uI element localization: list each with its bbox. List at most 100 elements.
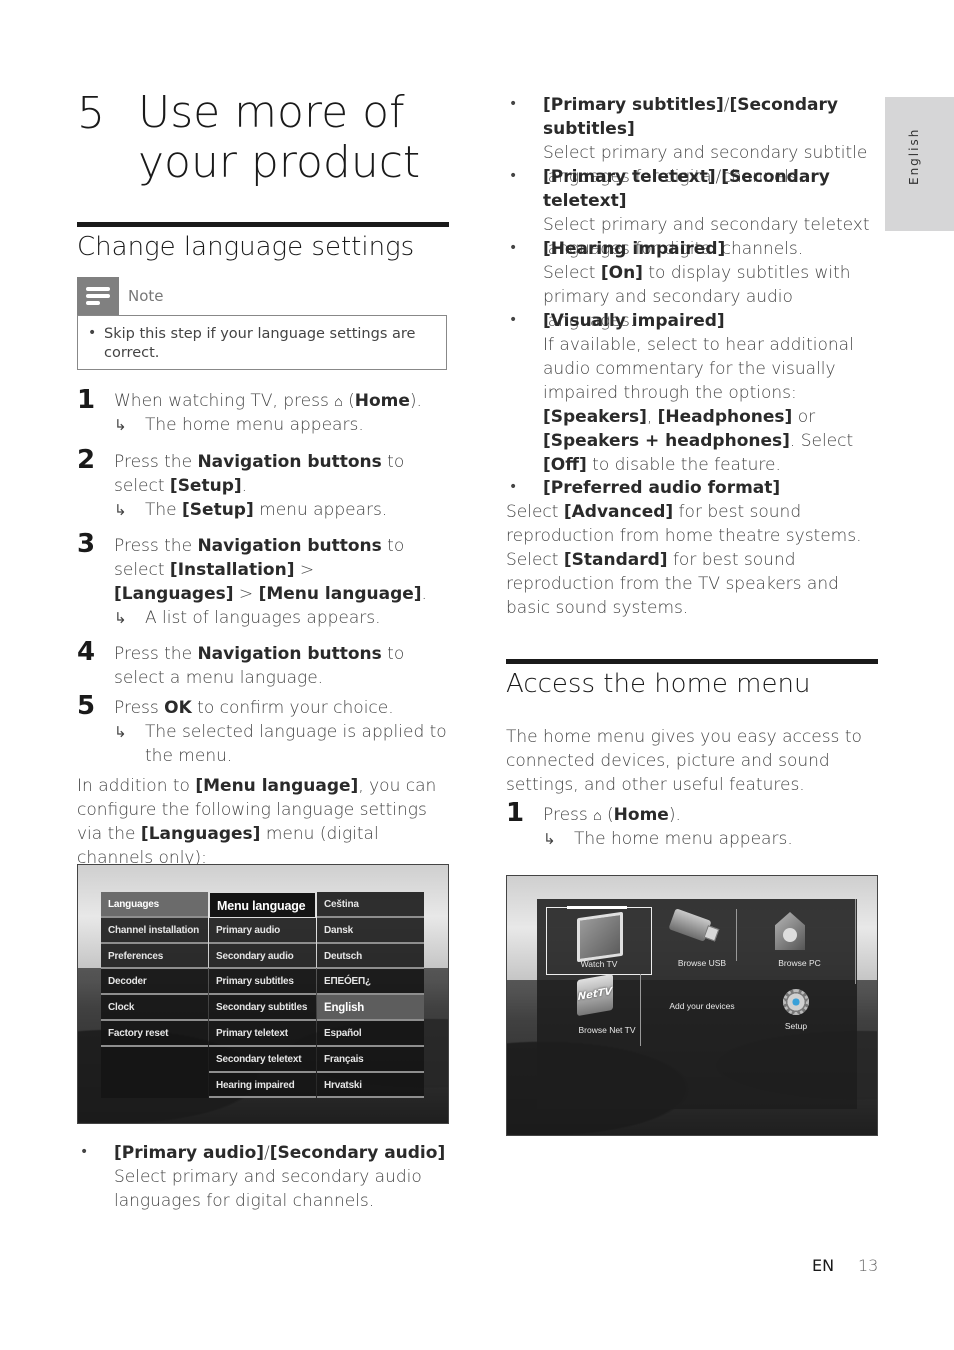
bullet-title: [Hearing impaired] <box>543 239 726 259</box>
step-bold: Navigation buttons <box>197 452 382 472</box>
menu-item[interactable]: Español <box>317 1020 424 1047</box>
menu-item[interactable]: Factory reset <box>101 1020 208 1047</box>
page-number: 13 <box>858 1256 879 1275</box>
step-text: When watching TV, press ⌂ (Home). <box>114 389 449 414</box>
step-bold: [Setup] <box>182 500 254 520</box>
tile-label: Browse Net TV <box>578 1025 636 1035</box>
step-text: Press the Navigation buttons to select [… <box>114 450 434 498</box>
step-number: 5 <box>77 691 96 721</box>
home-menu-screenshot: Watch TV Browse USB Browse PC NetTV Brow… <box>506 875 878 1136</box>
bullet-icon: • <box>80 1144 89 1160</box>
menu-item[interactable]: Français <box>317 1046 424 1073</box>
step-bold: OK <box>164 698 192 718</box>
tile-label: Watch TV <box>580 959 618 969</box>
step-text-part: to confirm your choice. <box>191 698 394 718</box>
menu-item[interactable]: Hearing impaired <box>209 1072 316 1099</box>
menu-item-selected[interactable]: English <box>317 995 424 1021</box>
step-text-part: . <box>241 476 248 496</box>
desc-part: Select <box>506 502 564 522</box>
menu-item[interactable]: ΕΠΕÓΕΠ¿ <box>317 969 424 996</box>
menu-item[interactable]: Deutsch <box>317 943 424 970</box>
menu-item[interactable]: Secondary subtitles <box>209 995 316 1021</box>
bullet-desc: , <box>646 407 658 427</box>
intro-part: In addition to <box>77 776 196 796</box>
bullet-icon: • <box>509 240 518 256</box>
step-result: The selected language is applied to the … <box>145 722 447 766</box>
tile-label: Setup <box>784 1021 808 1031</box>
desc-bold: [Advanced] <box>563 502 674 522</box>
menu-item[interactable]: Decoder <box>101 969 208 996</box>
bullet-title: [Primary teletext] <box>543 167 716 187</box>
bullet-title: [Secondary audio] <box>269 1143 446 1163</box>
bullet-icon: • <box>88 325 97 341</box>
languages-intro: In addition to [Menu language], you can … <box>77 774 449 870</box>
menu-item[interactable]: Primary subtitles <box>209 969 316 996</box>
side-tab-label: English <box>907 127 921 185</box>
selection-bar <box>567 906 627 909</box>
bullet-item: [Primary audio]/[Secondary audio] Select… <box>114 1141 449 1213</box>
footer-language: EN <box>812 1256 835 1275</box>
tile-label: Browse PC <box>778 958 821 968</box>
chapter-number: 5 <box>77 88 105 139</box>
menu-item[interactable]: Languages <box>101 892 208 918</box>
step-text-part: Press the <box>114 644 198 664</box>
bullet-item: [Preferred audio format] <box>543 476 878 500</box>
step-text-part: . <box>421 584 427 604</box>
menu-item[interactable]: Dansk <box>317 917 424 944</box>
home-icon: ⌂ <box>593 808 602 824</box>
result-arrow-icon: ↳ <box>114 723 127 741</box>
bullet-bold: [Speakers] <box>543 407 647 427</box>
step-text: Press the Navigation buttons to select [… <box>114 534 434 606</box>
step-bold: [Languages] <box>114 584 234 604</box>
menu-item[interactable]: Clock <box>101 995 208 1021</box>
step-text-part: ( <box>342 391 355 411</box>
audio-format-desc: Select [Advanced] for best sound reprodu… <box>506 500 878 620</box>
bullet-desc: . Select <box>789 431 854 451</box>
menu-item[interactable]: Primary teletext <box>209 1020 316 1047</box>
step-bold: Navigation buttons <box>197 644 382 664</box>
note-text: Skip this step if your language settings… <box>104 326 416 361</box>
languages-menu-screenshot: Languages Channel installation Preferenc… <box>77 864 449 1124</box>
tile-watch-tv[interactable]: Watch TV <box>546 906 652 975</box>
tile-browse-net-tv[interactable]: NetTV Browse Net TV <box>567 973 647 1037</box>
menu-item[interactable]: Primary audio <box>209 917 316 944</box>
step-result: A list of languages appears. <box>145 608 381 628</box>
step-text: Press OK to confirm your choice. <box>114 696 444 720</box>
bullet-title: [Primary audio] <box>114 1143 265 1163</box>
step-bold: Home <box>354 391 410 411</box>
menu-item[interactable]: Preferences <box>101 943 208 970</box>
result-arrow-icon: ↳ <box>543 830 556 848</box>
step-text-part: When watching TV, press <box>114 391 335 411</box>
step-bold: [Menu language] <box>258 584 422 604</box>
menu-item[interactable]: Menu language <box>209 892 316 918</box>
language-side-tab: English <box>885 97 954 231</box>
menu-item[interactable]: Channel installation <box>101 917 208 944</box>
section-rule <box>506 659 878 664</box>
step-result: The [Setup] menu appears. <box>145 498 387 522</box>
menu-column-setup: Languages Channel installation Preferenc… <box>101 892 208 1098</box>
note-label: Note <box>128 287 164 305</box>
menu-item[interactable]: Secondary teletext <box>209 1046 316 1073</box>
browse-pc-icon <box>775 912 805 950</box>
setup-gear-icon <box>783 989 809 1015</box>
result-arrow-icon: ↳ <box>114 501 127 519</box>
bullet-title: [Preferred audio format] <box>543 478 781 498</box>
bullet-bold: [Off] <box>543 455 587 475</box>
menu-item[interactable]: Hrvatski <box>317 1072 424 1099</box>
step-bold: Navigation buttons <box>197 536 382 556</box>
bullet-desc: Select <box>543 263 601 283</box>
divider <box>736 909 737 961</box>
bullet-desc: to disable the feature. <box>586 455 781 475</box>
tv-icon <box>577 911 623 963</box>
bullet-desc: Select primary and secondary audio langu… <box>114 1167 422 1211</box>
menu-item[interactable]: Ceština <box>317 892 424 918</box>
step-bold: Home <box>613 805 669 825</box>
bullet-bold: [Speakers + headphones] <box>543 431 790 451</box>
divider <box>855 899 856 984</box>
step-text-part: Press the <box>114 452 198 472</box>
menu-item[interactable]: Secondary audio <box>209 943 316 970</box>
step-text: Press the Navigation buttons to select a… <box>114 642 444 690</box>
step-number: 4 <box>77 637 96 667</box>
step-number: 1 <box>77 385 96 415</box>
menu-empty <box>101 1046 208 1098</box>
